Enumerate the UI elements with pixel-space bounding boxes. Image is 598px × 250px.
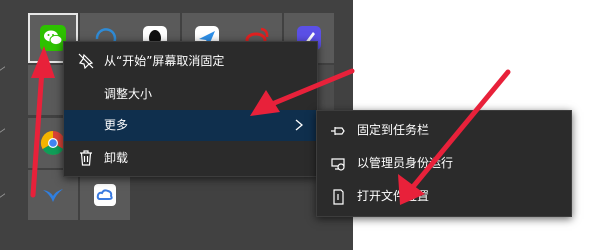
uninstall-item[interactable]: 卸载 xyxy=(64,143,317,174)
bird-app-tile[interactable] xyxy=(28,170,78,220)
menu-item-label: 更多 xyxy=(104,118,129,132)
menu-item-label: 固定到任务栏 xyxy=(357,123,430,137)
more-item[interactable]: 更多 xyxy=(64,110,317,141)
unpin-icon xyxy=(78,53,94,69)
drive-app-tile[interactable] xyxy=(80,170,130,220)
unpin-from-start-item[interactable]: 从“开始”屏幕取消固定 xyxy=(64,46,317,77)
cloud-icon xyxy=(94,184,116,206)
menu-item-label: 以管理员身份运行 xyxy=(357,156,454,170)
shield-icon xyxy=(331,158,345,171)
more-submenu: 固定到任务栏 以管理员身份运行 打开文件位置 xyxy=(316,110,572,217)
open-file-location-item[interactable]: 打开文件位置 xyxy=(317,180,571,213)
resize-item[interactable]: 调整大小 xyxy=(64,79,317,110)
trash-icon xyxy=(80,150,92,166)
chevron-right-icon xyxy=(295,119,303,131)
menu-item-label: 打开文件位置 xyxy=(357,189,430,203)
menu-item-label: 从“开始”屏幕取消固定 xyxy=(104,54,225,68)
menu-item-label: 调整大小 xyxy=(104,87,153,101)
menu-item-label: 卸载 xyxy=(104,151,129,165)
pin-to-taskbar-item[interactable]: 固定到任务栏 xyxy=(317,114,571,147)
panel-edge-mark xyxy=(0,193,5,201)
panel-edge-mark xyxy=(0,66,5,74)
bird-icon xyxy=(43,189,63,202)
folder-file-icon xyxy=(333,189,344,205)
pin-icon xyxy=(331,127,345,135)
run-as-admin-item[interactable]: 以管理员身份运行 xyxy=(317,147,571,180)
context-menu: 从“开始”屏幕取消固定 调整大小 更多 卸载 xyxy=(63,41,318,177)
panel-edge-mark xyxy=(0,128,5,136)
